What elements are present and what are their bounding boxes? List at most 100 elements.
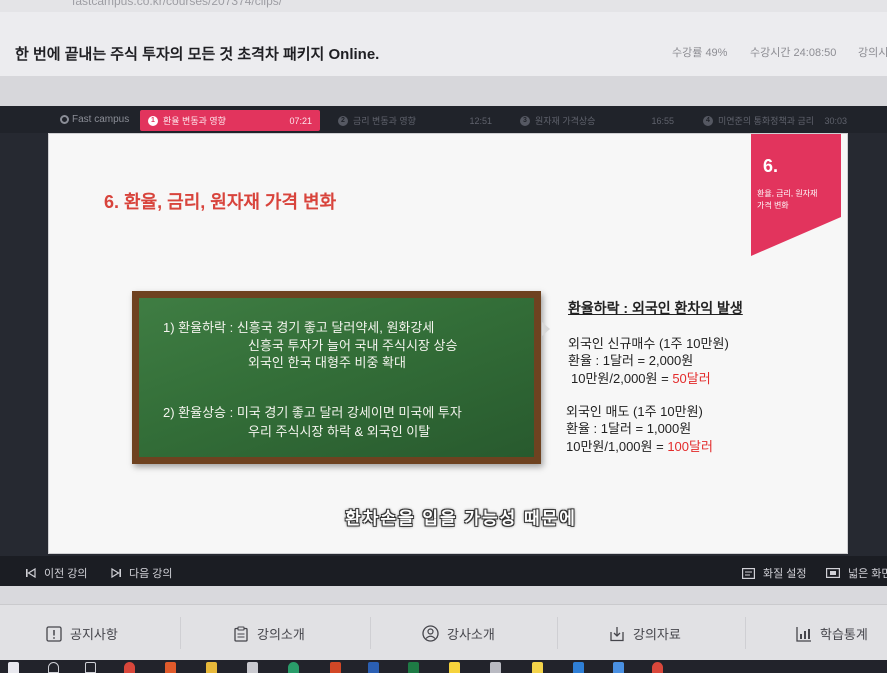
nav-divider <box>557 617 558 649</box>
lecture-stat-label: 강의시 <box>858 47 887 59</box>
watch-time-label: 수강시간 <box>750 47 791 59</box>
prev-lecture-label: 이전 강의 <box>44 568 88 580</box>
chapter-tab-1[interactable]: 1 환율 변동과 영향 07:21 <box>140 110 320 131</box>
watch-time-value: 24:08:50 <box>793 47 837 59</box>
buy-calc-result: 50달러 <box>672 371 711 386</box>
app-icon[interactable] <box>573 662 584 673</box>
tab-materials[interactable]: 강의자료 <box>609 624 681 643</box>
chapter-number: 1 <box>148 115 158 126</box>
chapter-title: 환율 변동과 영향 <box>163 116 226 126</box>
logo-icon <box>60 115 69 124</box>
file-explorer-icon[interactable] <box>206 662 217 673</box>
chapter-title: 미연준의 통화정책과 금리 <box>718 116 815 126</box>
wide-screen-icon <box>826 568 840 578</box>
browser-url[interactable]: fastcampus.co.kr/courses/207374/clips/ <box>72 0 282 8</box>
excel-icon[interactable] <box>408 662 419 673</box>
buy-example-rate: 환율 : 1달러 = 2,000원 <box>568 353 694 368</box>
chapter-time: 30:03 <box>824 115 847 126</box>
tab-learning-stats-label: 학습통계 <box>820 627 868 642</box>
chalkboard: 1) 환율하락 : 신흥국 경기 좋고 달러약세, 원화강세 신흥국 투자가 늘… <box>132 291 541 464</box>
banner-line-1: 환율, 금리, 원자재 <box>757 189 818 198</box>
sell-calc-result: 100달러 <box>667 439 713 454</box>
section-banner: 6. 환율, 금리, 원자재 가격 변화 <box>751 134 841 256</box>
edge-icon[interactable] <box>288 662 299 673</box>
chapter-time: 12:51 <box>469 115 492 126</box>
search-icon[interactable] <box>48 662 59 673</box>
chapter-time: 07:21 <box>289 115 312 126</box>
chapter-number: 4 <box>703 115 713 126</box>
chapter-tab-4[interactable]: 4 미연준의 통화정책과 금리 30:03 <box>695 110 855 131</box>
course-tab-nav: 공지사항 강의소개 강사소개 강의자료 학습통계 <box>0 604 887 660</box>
quality-settings-button[interactable]: 화질 설정 <box>742 565 807 581</box>
board-item-2-heading: 2) 환율상승 : 미국 경기 좋고 달러 강세이면 미국에 투자 <box>163 405 462 420</box>
nav-divider <box>370 617 371 649</box>
quality-icon <box>742 567 755 579</box>
slide-title: 6. 환율, 금리, 원자재 가격 변화 <box>104 192 337 212</box>
wide-screen-label: 넓은 화면 <box>848 568 887 580</box>
windows-taskbar <box>0 660 887 673</box>
chapter-tab-2[interactable]: 2 금리 변동과 영향 12:51 <box>330 110 500 131</box>
chapter-number: 2 <box>338 115 348 126</box>
person-icon <box>422 625 439 642</box>
tab-instructor-intro-label: 강사소개 <box>447 627 495 642</box>
example-heading: 환율하락 : 외국인 환차익 발생 <box>568 300 743 316</box>
tab-course-intro-label: 강의소개 <box>257 627 305 642</box>
windows-start-icon[interactable] <box>8 662 19 673</box>
skip-forward-icon <box>111 568 121 578</box>
chapter-time: 16:55 <box>651 115 674 126</box>
wide-screen-button[interactable]: 넓은 화면 <box>826 565 887 581</box>
app-icon[interactable] <box>490 662 501 673</box>
app-icon[interactable] <box>613 662 624 673</box>
chapter-title: 금리 변동과 영향 <box>353 116 416 126</box>
logo-text: Fast campus <box>72 114 130 125</box>
office-icon[interactable] <box>165 662 176 673</box>
notice-icon <box>46 625 62 642</box>
tab-notices[interactable]: 공지사항 <box>46 624 118 643</box>
lecture-slide: 6. 환율, 금리, 원자재 가격 변화 6. 환율, 금리, 원자재 가격 변… <box>48 133 848 554</box>
chapter-number: 3 <box>520 115 530 126</box>
banner-number: 6. <box>763 156 779 176</box>
banner-line-2: 가격 변화 <box>757 201 789 210</box>
word-icon[interactable] <box>368 662 379 673</box>
prev-lecture-button[interactable]: 이전 강의 <box>26 565 88 581</box>
progress-label: 수강률 <box>672 47 703 59</box>
video-player[interactable]: Fast campus 1 환율 변동과 영향 07:21 2 금리 변동과 영… <box>0 106 887 586</box>
progress-value: 49% <box>705 47 728 59</box>
sticky-notes-icon[interactable] <box>532 662 543 673</box>
skip-back-icon <box>26 568 36 578</box>
chrome-icon[interactable] <box>124 662 135 673</box>
player-bottom-gap <box>0 586 887 604</box>
progress-stat: 수강률 49% <box>672 44 727 60</box>
buy-example-title: 외국인 신규매수 (1주 10만원) <box>568 336 729 351</box>
quality-settings-label: 화질 설정 <box>763 568 807 580</box>
sell-example-calc: 10만원/1,000원 = 100달러 <box>566 439 713 455</box>
tab-materials-label: 강의자료 <box>633 627 681 642</box>
nav-divider <box>745 617 746 649</box>
video-subtitle: 환차손을 입을 가능성 때문에 <box>345 509 577 528</box>
board-item-2-line-2: 우리 주식시장 하락 & 외국인 이탈 <box>248 424 431 439</box>
buy-example-calc: 10만원/2,000원 = 50달러 <box>571 371 711 387</box>
board-item-1-line-3: 외국인 한국 대형주 비중 확대 <box>248 355 406 370</box>
chrome-icon[interactable] <box>652 662 663 673</box>
tab-course-intro[interactable]: 강의소개 <box>233 624 305 643</box>
kakaotalk-icon[interactable] <box>449 662 460 673</box>
tab-learning-stats[interactable]: 학습통계 <box>796 624 868 643</box>
download-icon <box>610 626 624 641</box>
next-lecture-label: 다음 강의 <box>129 568 173 580</box>
nav-divider <box>180 617 181 649</box>
chapter-tab-3[interactable]: 3 원자재 가격상승 16:55 <box>512 110 682 131</box>
course-title: 한 번에 끝내는 주식 투자의 모든 것 초격차 패키지 Online. <box>15 46 380 63</box>
sell-calc-expression: 10만원/1,000원 = <box>566 439 668 454</box>
chapter-title: 원자재 가격상승 <box>535 116 596 126</box>
buy-calc-expression: 10만원/2,000원 = <box>571 371 673 386</box>
task-view-icon[interactable] <box>85 662 96 673</box>
header-divider-band <box>0 76 887 106</box>
app-icon[interactable] <box>247 662 258 673</box>
tab-instructor-intro[interactable]: 강사소개 <box>422 624 495 643</box>
next-lecture-button[interactable]: 다음 강의 <box>111 565 173 581</box>
sell-example-title: 외국인 매도 (1주 10만원) <box>566 404 703 419</box>
tab-notices-label: 공지사항 <box>70 627 118 642</box>
board-item-1-line-2: 신흥국 투자가 늘어 국내 주식시장 상승 <box>248 338 458 353</box>
powerpoint-icon[interactable] <box>330 662 341 673</box>
player-controls: 이전 강의 다음 강의 화질 설정 넓은 화면 <box>0 556 887 586</box>
